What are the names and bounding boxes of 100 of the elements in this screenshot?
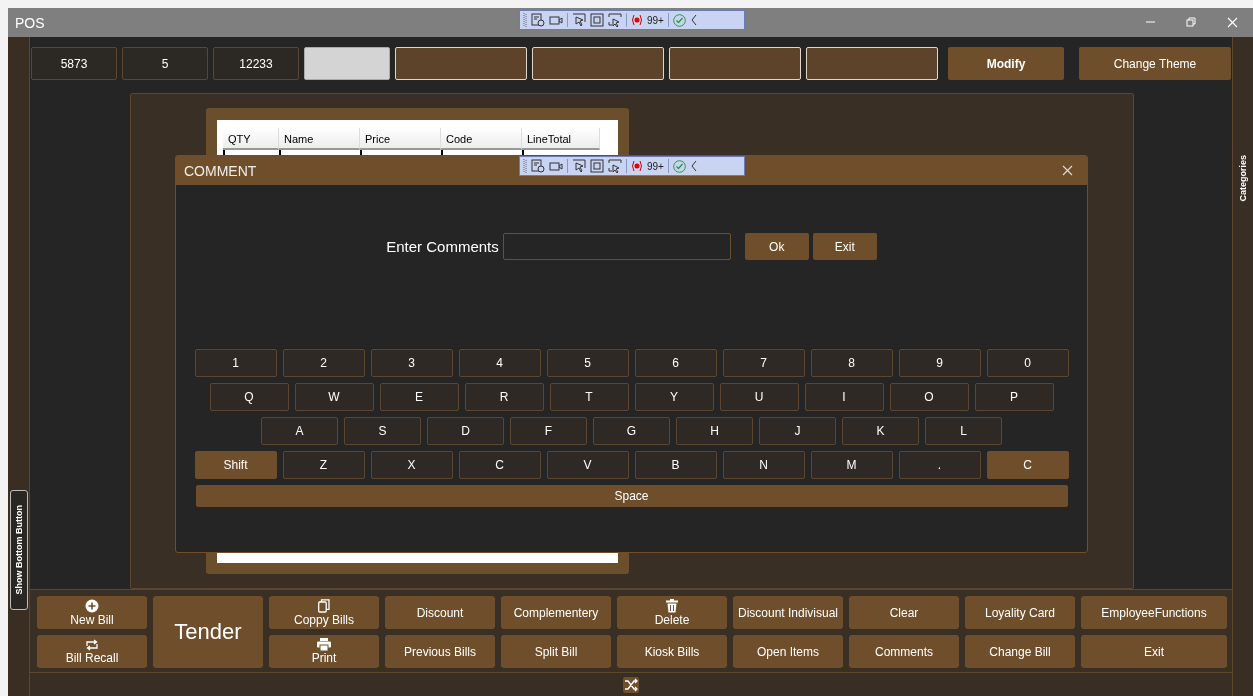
keyboard-key[interactable]: A [261,417,338,445]
action-button[interactable]: Open Items [733,635,843,668]
selection-pointer-icon[interactable] [608,13,622,27]
action-button[interactable]: Bill Recall [37,635,147,668]
column-header[interactable]: LineTotal [522,128,600,150]
square-frame-icon[interactable] [590,159,604,173]
keyboard-key[interactable]: Space [195,485,1068,507]
action-button[interactable]: Comments [849,635,959,668]
action-button[interactable]: Delete [617,596,727,629]
side-tab[interactable]: Categories [1238,155,1248,202]
keyboard-key[interactable]: 1 [194,349,277,377]
action-button[interactable]: Coppy Bills [269,596,379,629]
input-field[interactable] [304,47,390,80]
keyboard-key[interactable]: N [722,451,805,479]
keyboard-key[interactable]: W [294,383,374,411]
keyboard-key[interactable]: Q [209,383,289,411]
grip-handle[interactable] [523,12,527,28]
keyboard-key[interactable]: S [344,417,421,445]
keyboard-key[interactable]: C [458,451,541,479]
count-label: 99+ [647,14,664,26]
keyboard-key[interactable]: 0 [986,349,1069,377]
keyboard-key[interactable]: G [593,417,670,445]
keyboard-key[interactable]: C [986,451,1069,479]
action-button[interactable]: Discount Indivisual [733,596,843,629]
square-frame-icon[interactable] [590,13,604,27]
input-field[interactable] [806,47,938,80]
pointer-icon[interactable] [572,159,586,173]
keyboard-key[interactable]: X [370,451,453,479]
input-field[interactable] [395,47,527,80]
side-tab[interactable]: Show Bottom Button [10,490,28,610]
keyboard-key[interactable]: D [427,417,504,445]
keyboard-key[interactable]: O [889,383,969,411]
keyboard-key[interactable]: F [510,417,587,445]
keyboard-key[interactable]: P [974,383,1054,411]
action-button[interactable]: Exit [1081,635,1227,668]
modify-button[interactable]: Modify [948,47,1064,80]
keyboard-key[interactable]: E [379,383,459,411]
selection-pointer-icon[interactable] [608,159,622,173]
input-field[interactable] [532,47,664,80]
video-camera-icon[interactable] [549,159,563,173]
keyboard-key[interactable]: Y [634,383,714,411]
theme-button[interactable]: Change Theme [1079,47,1231,80]
keyboard-key[interactable]: 7 [722,349,805,377]
shuffle-icon[interactable] [623,676,639,693]
keyboard-key[interactable]: V [546,451,629,479]
exit-button[interactable]: Exit [812,233,877,260]
keyboard-key[interactable]: 9 [898,349,981,377]
keyboard-key[interactable]: K [842,417,919,445]
check-circle-icon[interactable] [672,159,686,173]
keyboard-key[interactable]: B [634,451,717,479]
video-camera-icon[interactable] [549,13,563,27]
restore-icon[interactable] [1186,17,1197,28]
number-field[interactable]: 5873 [31,47,117,80]
column-header[interactable]: Code [441,128,522,150]
keyboard-key[interactable]: 4 [458,349,541,377]
column-header[interactable]: Name [279,128,360,150]
action-button[interactable]: New Bill [37,596,147,629]
action-button[interactable]: Split Bill [501,635,611,668]
page-gear-icon[interactable] [531,159,545,173]
action-button[interactable]: Clear [849,596,959,629]
keyboard-key[interactable]: R [464,383,544,411]
action-button[interactable]: Complementery [501,596,611,629]
action-button[interactable]: Loyality Card [965,596,1075,629]
keyboard-key[interactable]: 6 [634,349,717,377]
tender-button[interactable]: Tender [153,596,263,668]
keyboard-key[interactable]: 3 [370,349,453,377]
keyboard-key[interactable]: U [719,383,799,411]
ok-button[interactable]: Ok [744,233,809,260]
keyboard-key[interactable]: H [676,417,753,445]
input-field[interactable] [669,47,801,80]
action-button[interactable]: EmployeeFunctions [1081,596,1227,629]
keyboard-key[interactable]: L [925,417,1002,445]
close-icon[interactable] [1062,165,1073,176]
column-header[interactable]: Price [360,128,441,150]
grip-handle[interactable] [523,158,527,174]
chevron-left-icon[interactable] [689,160,698,172]
keyboard-key[interactable]: . [898,451,981,479]
keyboard-key[interactable]: I [804,383,884,411]
keyboard-key[interactable]: Shift [194,451,277,479]
action-button[interactable]: Print [269,635,379,668]
check-circle-icon[interactable] [672,13,686,27]
page-gear-icon[interactable] [531,13,545,27]
keyboard-key[interactable]: M [810,451,893,479]
record-icon[interactable] [631,14,643,26]
number-field[interactable]: 5 [122,47,208,80]
keyboard-key[interactable]: 8 [810,349,893,377]
chevron-left-icon[interactable] [689,14,698,26]
pointer-icon[interactable] [572,13,586,27]
number-field[interactable]: 12233 [213,47,299,80]
action-button[interactable]: Change Bill [965,635,1075,668]
column-header[interactable]: QTY [223,128,279,150]
keyboard-key[interactable]: 5 [546,349,629,377]
keyboard-key[interactable]: 2 [282,349,365,377]
record-icon[interactable] [631,160,643,172]
keyboard-key[interactable]: J [759,417,836,445]
keyboard-key[interactable]: T [549,383,629,411]
action-button[interactable]: Previous Bills [385,635,495,668]
action-button[interactable]: Discount [385,596,495,629]
action-button[interactable]: Kiosk Bills [617,635,727,668]
keyboard-key[interactable]: Z [282,451,365,479]
